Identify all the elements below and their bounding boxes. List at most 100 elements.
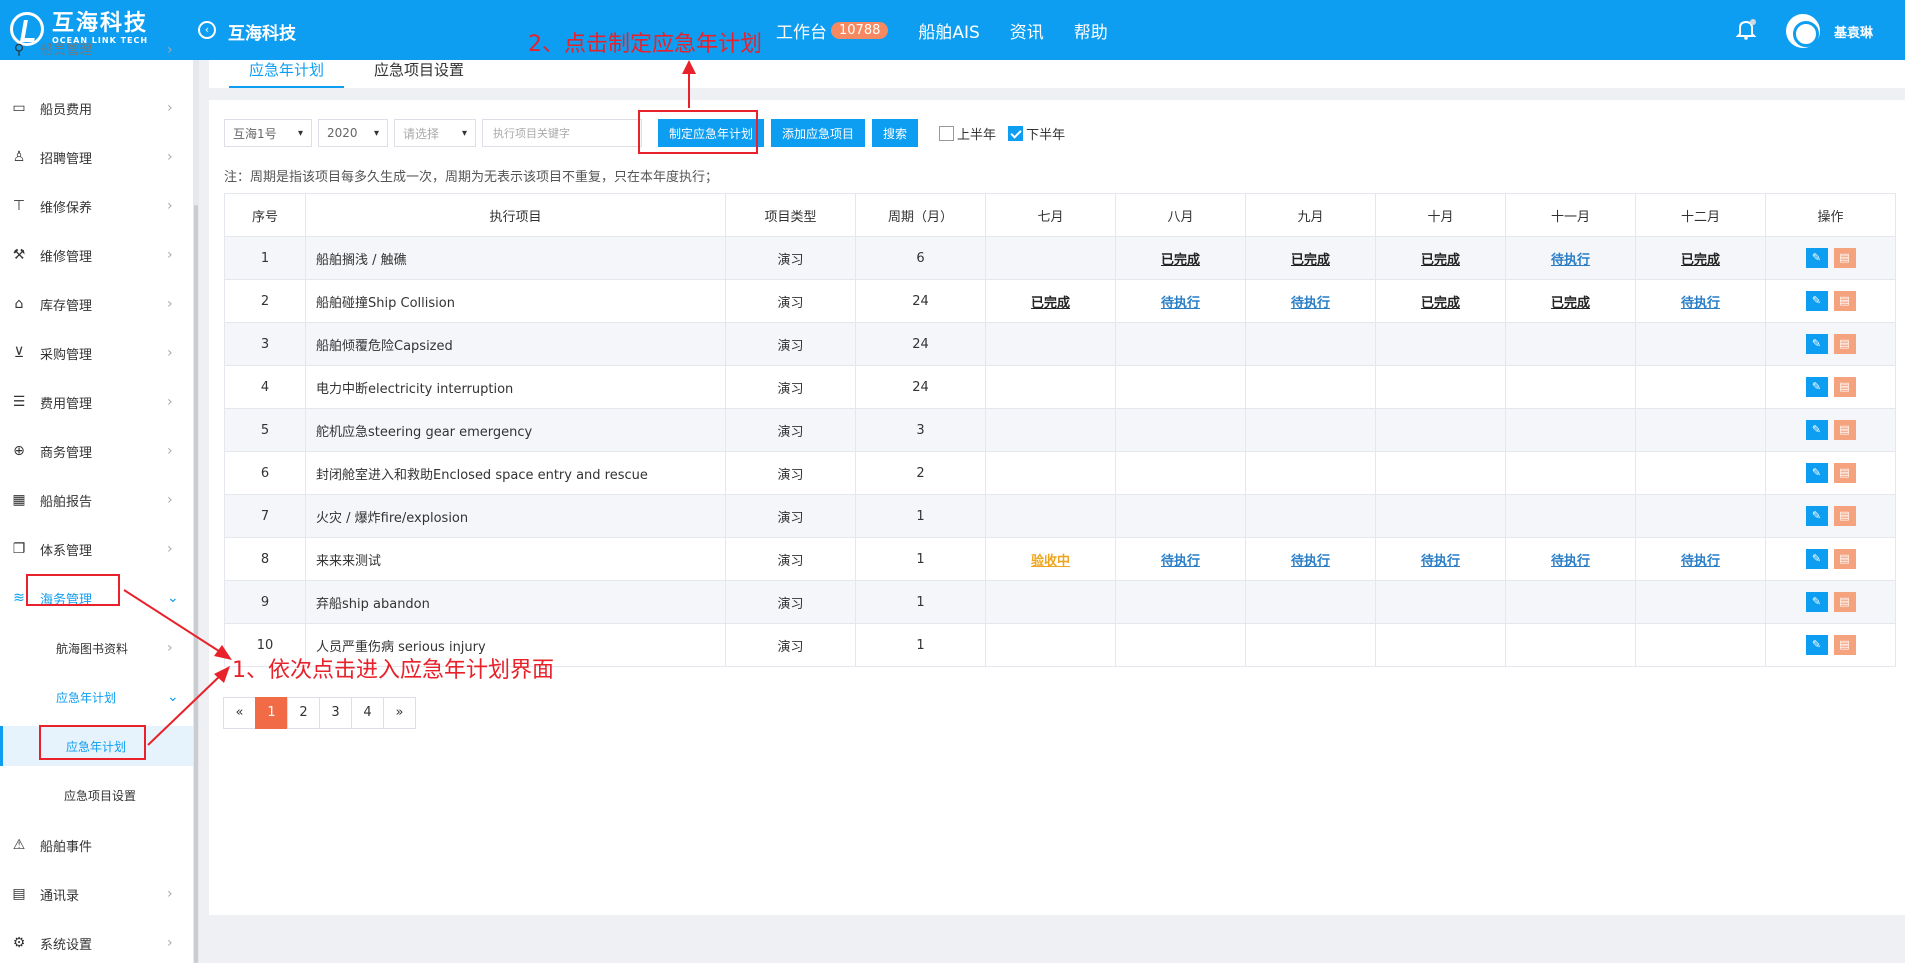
nav-workbench[interactable]: 工作台 10788 bbox=[776, 18, 889, 43]
sidebar-sub-library[interactable]: 航海图书资料 › bbox=[0, 628, 193, 668]
edit-icon[interactable]: ✎ bbox=[1805, 506, 1828, 526]
trash-icon[interactable]: ▤ bbox=[1833, 334, 1856, 354]
edit-icon[interactable]: ✎ bbox=[1805, 291, 1828, 311]
nav-help[interactable]: 帮助 bbox=[1074, 18, 1108, 43]
sidebar-item-repair[interactable]: ⚒ 维修管理 › bbox=[0, 235, 193, 275]
trash-icon[interactable]: ▤ bbox=[1833, 377, 1856, 397]
checkbox-box[interactable] bbox=[939, 125, 955, 141]
sidebar-item-maintenance[interactable]: ⊤ 维修保养 › bbox=[0, 186, 193, 226]
page-button[interactable]: 4 bbox=[351, 697, 384, 729]
status-link[interactable]: 待执行 bbox=[1291, 554, 1330, 569]
cell-cycle: 24 bbox=[855, 279, 986, 323]
edit-icon[interactable]: ✎ bbox=[1805, 377, 1828, 397]
trash-icon[interactable]: ▤ bbox=[1833, 463, 1856, 483]
cell-month: 验收中 bbox=[985, 537, 1116, 581]
sidebar-sub-settings[interactable]: 应急项目设置 bbox=[0, 775, 193, 815]
table-row: 8 来来来测试 演习 1 验收中 待执行 待执行 待执行 待执行 待执行 ✎ ▤ bbox=[224, 537, 1896, 581]
second-half-checkbox[interactable]: 下半年 bbox=[1008, 124, 1065, 143]
edit-icon[interactable]: ✎ bbox=[1805, 635, 1828, 655]
edit-icon[interactable]: ✎ bbox=[1805, 592, 1828, 612]
page-button-current[interactable]: 1 bbox=[255, 697, 288, 729]
nav-news[interactable]: 资讯 bbox=[1010, 18, 1044, 43]
tab-project-settings[interactable]: 应急项目设置 bbox=[374, 60, 464, 88]
year-select[interactable]: 2020 ▾ bbox=[318, 119, 388, 147]
keyword-input[interactable]: 执行项目关键字 bbox=[482, 119, 642, 147]
status-link[interactable]: 待执行 bbox=[1161, 554, 1200, 569]
status-link[interactable]: 待执行 bbox=[1161, 296, 1200, 311]
first-half-checkbox[interactable]: 上半年 bbox=[939, 124, 996, 143]
sidebar-item-business[interactable]: ⊕ 商务管理 › bbox=[0, 431, 193, 471]
tab-annual-plan[interactable]: 应急年计划 bbox=[229, 60, 345, 88]
nav-workbench-label: 工作台 bbox=[776, 23, 827, 43]
annotation-step2: 2、点击制定应急年计划 bbox=[528, 32, 762, 57]
top-header: 互海科技 OCEAN LINK TECH ‹ 互海科技 工作台 10788 船舶… bbox=[0, 0, 1905, 60]
trash-icon[interactable]: ▤ bbox=[1833, 291, 1856, 311]
page-next-button[interactable]: » bbox=[383, 697, 416, 729]
trash-icon[interactable]: ▤ bbox=[1833, 506, 1856, 526]
sidebar-item-crew[interactable]: ⚲ 船员管理 › bbox=[0, 40, 193, 60]
sidebar-item-expense[interactable]: ☰ 费用管理 › bbox=[0, 382, 193, 422]
wallet-icon: ▭ bbox=[12, 100, 26, 116]
table-row: 3 船舶倾覆危险Capsized 演习 24 ✎ ▤ bbox=[224, 322, 1896, 366]
sidebar-item-ship-report[interactable]: ▦ 船舶报告 › bbox=[0, 480, 193, 520]
column-header: 七月 bbox=[985, 193, 1116, 237]
sidebar-item-label: 系统设置 bbox=[40, 937, 93, 953]
status-link[interactable]: 已完成 bbox=[1681, 253, 1720, 268]
sidebar-item-system-mgmt[interactable]: ❐ 体系管理 › bbox=[0, 529, 193, 569]
sidebar-item-ship-event[interactable]: ⚠ 船舶事件 bbox=[0, 825, 193, 865]
ship-select[interactable]: 互海1号 ▾ bbox=[224, 119, 312, 147]
edit-icon[interactable]: ✎ bbox=[1805, 334, 1828, 354]
chevron-right-icon: › bbox=[167, 541, 173, 557]
page-button[interactable]: 3 bbox=[319, 697, 352, 729]
edit-icon[interactable]: ✎ bbox=[1805, 549, 1828, 569]
trash-icon[interactable]: ▤ bbox=[1833, 635, 1856, 655]
sidebar-sub-group-plan[interactable]: 应急年计划 ⌄ bbox=[0, 677, 193, 717]
edit-icon[interactable]: ✎ bbox=[1805, 248, 1828, 268]
cell-month bbox=[1635, 322, 1766, 366]
type-select-placeholder: 请选择 bbox=[403, 126, 440, 141]
status-link[interactable]: 待执行 bbox=[1551, 554, 1590, 569]
cell-month bbox=[1375, 580, 1506, 624]
page-prev-button[interactable]: « bbox=[223, 697, 256, 729]
cell-month bbox=[1115, 408, 1246, 452]
status-link[interactable]: 已完成 bbox=[1291, 253, 1330, 268]
cell-month bbox=[1635, 365, 1766, 409]
bell-icon[interactable] bbox=[1734, 17, 1758, 41]
back-icon[interactable]: ‹ bbox=[198, 21, 216, 39]
status-link[interactable]: 已完成 bbox=[1421, 296, 1460, 311]
edit-icon[interactable]: ✎ bbox=[1805, 463, 1828, 483]
trash-icon[interactable]: ▤ bbox=[1833, 248, 1856, 268]
status-link[interactable]: 待执行 bbox=[1551, 253, 1590, 268]
cell-month bbox=[1375, 451, 1506, 495]
table-row: 5 舵机应急steering gear emergency 演习 3 ✎ ▤ bbox=[224, 408, 1896, 452]
sidebar-item-purchase[interactable]: ⊻ 采购管理 › bbox=[0, 333, 193, 373]
sidebar-scrollbar-thumb[interactable] bbox=[194, 205, 198, 963]
nav-ship-ais[interactable]: 船舶AIS bbox=[918, 18, 979, 43]
edit-icon[interactable]: ✎ bbox=[1805, 420, 1828, 440]
status-link[interactable]: 待执行 bbox=[1681, 554, 1720, 569]
status-link[interactable]: 待执行 bbox=[1291, 296, 1330, 311]
sidebar-item-recruit[interactable]: ♙ 招聘管理 › bbox=[0, 137, 193, 177]
sidebar-item-inventory[interactable]: ⌂ 库存管理 › bbox=[0, 284, 193, 324]
sidebar-item-contacts[interactable]: ▤ 通讯录 › bbox=[0, 874, 193, 914]
status-link[interactable]: 待执行 bbox=[1681, 296, 1720, 311]
status-link[interactable]: 验收中 bbox=[1031, 554, 1070, 569]
page-button[interactable]: 2 bbox=[287, 697, 320, 729]
sidebar-item-crew-fee[interactable]: ▭ 船员费用 › bbox=[0, 88, 193, 128]
trash-icon[interactable]: ▤ bbox=[1833, 420, 1856, 440]
checkbox-box-checked[interactable] bbox=[1008, 125, 1024, 141]
status-link[interactable]: 已完成 bbox=[1551, 296, 1590, 311]
search-button[interactable]: 搜索 bbox=[872, 119, 919, 147]
status-link[interactable]: 已完成 bbox=[1031, 296, 1070, 311]
trash-icon[interactable]: ▤ bbox=[1833, 592, 1856, 612]
user-name[interactable]: 基袁琳 bbox=[1834, 22, 1873, 41]
type-select[interactable]: 请选择 ▾ bbox=[394, 119, 476, 147]
avatar[interactable] bbox=[1786, 14, 1820, 48]
trash-icon[interactable]: ▤ bbox=[1833, 549, 1856, 569]
sidebar-item-settings[interactable]: ⚙ 系统设置 › bbox=[0, 923, 193, 963]
status-link[interactable]: 已完成 bbox=[1161, 253, 1200, 268]
status-link[interactable]: 已完成 bbox=[1421, 253, 1460, 268]
add-project-button[interactable]: 添加应急项目 bbox=[771, 119, 866, 147]
cell-type: 演习 bbox=[725, 279, 856, 323]
status-link[interactable]: 待执行 bbox=[1421, 554, 1460, 569]
